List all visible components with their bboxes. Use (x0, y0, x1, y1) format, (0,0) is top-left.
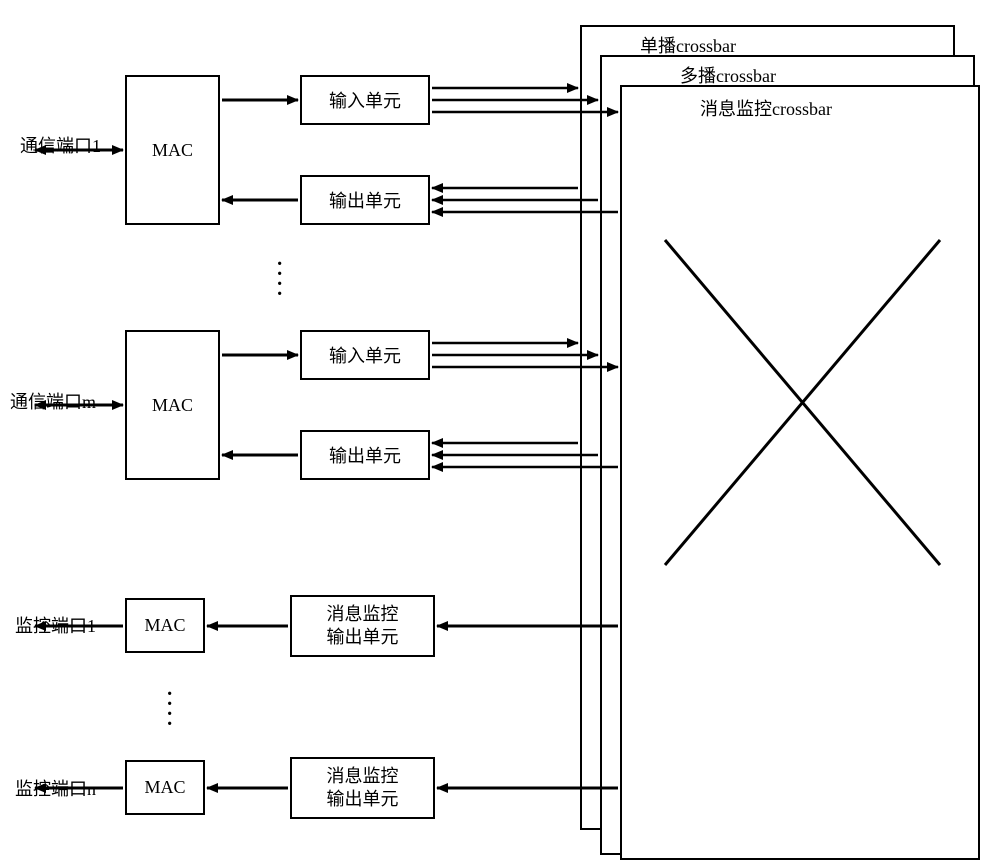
output-unit-m: 输出单元 (300, 430, 430, 480)
mac-block-1: MAC (125, 75, 220, 225)
mac-text-monn: MAC (144, 777, 185, 798)
dots-2: ···· (165, 690, 174, 730)
msg-mon-output-text-1: 消息监控 输出单元 (327, 603, 399, 650)
input-unit-1: 输入单元 (300, 75, 430, 125)
output-unit-text-1: 输出单元 (329, 187, 401, 213)
output-unit-text-m: 输出单元 (329, 442, 401, 468)
msg-mon-output-1: 消息监控 输出单元 (290, 595, 435, 657)
input-unit-m: 输入单元 (300, 330, 430, 380)
crossbar-msgmon-label: 消息监控crossbar (700, 95, 832, 121)
crossbar-msgmon (620, 85, 980, 860)
mac-text-1: MAC (152, 140, 193, 161)
dots-1: ···· (275, 260, 284, 300)
input-unit-text-1: 输入单元 (329, 87, 401, 113)
input-unit-text-m: 输入单元 (329, 342, 401, 368)
mac-block-m: MAC (125, 330, 220, 480)
output-unit-1: 输出单元 (300, 175, 430, 225)
mac-block-monn: MAC (125, 760, 205, 815)
mac-text-m: MAC (152, 395, 193, 416)
msg-mon-output-text-n: 消息监控 输出单元 (327, 765, 399, 812)
label-comm-port-m: 通信端口m (10, 388, 96, 414)
label-mon-port-1: 监控端口1 (15, 612, 96, 638)
crossbar-multicast-label: 多播crossbar (680, 62, 776, 88)
msg-mon-output-n: 消息监控 输出单元 (290, 757, 435, 819)
label-comm-port-1: 通信端口1 (20, 132, 101, 158)
label-mon-port-n: 监控端口n (15, 775, 96, 801)
crossbar-unicast-label: 单播crossbar (640, 32, 736, 58)
mac-block-mon1: MAC (125, 598, 205, 653)
mac-text-mon1: MAC (144, 615, 185, 636)
